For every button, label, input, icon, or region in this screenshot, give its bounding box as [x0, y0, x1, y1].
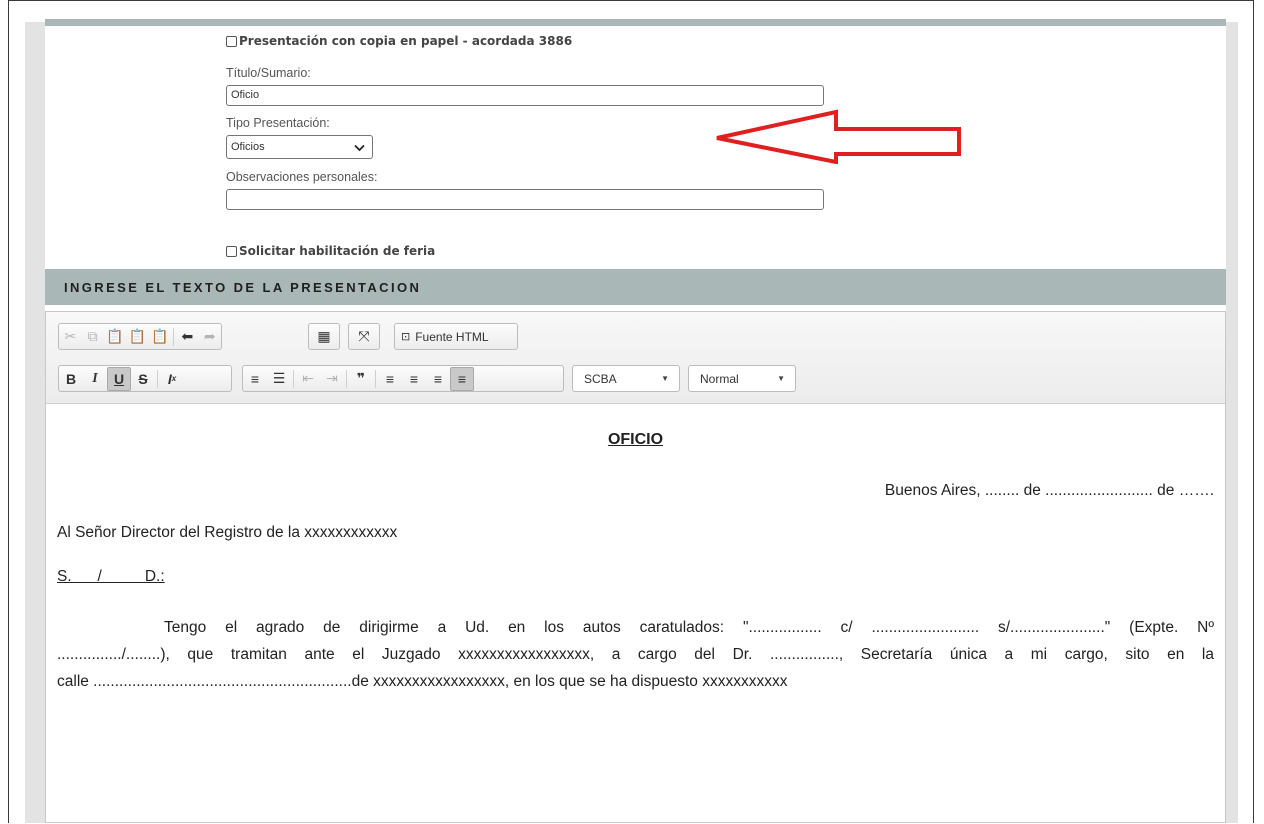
cut-icon[interactable]: ✂	[59, 325, 81, 349]
underline-button[interactable]: U	[107, 366, 131, 391]
maximize-icon[interactable]: ⤧	[352, 325, 376, 349]
source-group: ⊡ Fuente HTML	[394, 323, 518, 350]
date-line: Buenos Aires, ........ de ..............…	[884, 482, 1214, 499]
feria-checkbox[interactable]	[226, 245, 237, 257]
editor-toolbar: ✂ ⧉ 📋 📋 📋 ⬅ ➦ ▦ ⤧ ⊡ Fuente HTML B I U S	[46, 312, 1225, 404]
indent-icon[interactable]: ⇥	[320, 367, 344, 391]
paper-copy-option[interactable]: Presentación con copia en papel - acorda…	[226, 34, 572, 48]
salutation-line: S. / D.:	[57, 568, 165, 585]
observations-label: Observaciones personales:	[226, 170, 378, 184]
caret-down-icon: ▼	[661, 374, 669, 383]
type-select-value: Oficios	[231, 141, 265, 153]
body-line-1: Tengo el agrado de dirigirme a Ud. en lo…	[164, 619, 1214, 636]
annotation-arrow-icon	[716, 109, 961, 164]
paper-copy-label: Presentación con copia en papel - acorda…	[239, 34, 573, 48]
align-right-icon[interactable]: ≡	[426, 367, 450, 391]
paste-icon[interactable]: 📋	[104, 325, 126, 349]
body-line-2: .............../........), que tramitan …	[57, 646, 1214, 663]
paragraph-group: ≡ ☰ ⇤ ⇥ ❞ ≡ ≡ ≡ ≡	[242, 365, 564, 392]
redo-icon[interactable]: ➦	[199, 325, 221, 349]
table-icon[interactable]: ▦	[312, 325, 336, 349]
bold-button[interactable]: B	[59, 367, 83, 391]
numbered-list-icon[interactable]: ≡	[243, 367, 267, 391]
italic-button[interactable]: I	[83, 367, 107, 391]
type-label: Tipo Presentación:	[226, 116, 330, 130]
format-select[interactable]: Normal ▼	[688, 365, 796, 392]
blockquote-icon[interactable]: ❞	[349, 367, 373, 391]
editor-content[interactable]: OFICIO Buenos Aires, ........ de .......…	[46, 404, 1225, 824]
strikethrough-button[interactable]: S	[131, 367, 155, 391]
left-gutter	[25, 22, 45, 823]
bulleted-list-icon[interactable]: ☰	[267, 367, 291, 391]
feria-option[interactable]: Solicitar habilitación de feria	[226, 244, 435, 258]
outdent-icon[interactable]: ⇤	[296, 367, 320, 391]
align-left-icon[interactable]: ≡	[378, 367, 402, 391]
format-select-value: Normal	[700, 371, 739, 386]
paper-copy-checkbox[interactable]	[226, 35, 237, 47]
undo-icon[interactable]: ⬅	[176, 325, 198, 349]
maximize-group: ⤧	[348, 323, 380, 350]
document-heading: OFICIO	[607, 431, 664, 448]
paste-word-icon[interactable]: 📋	[149, 325, 171, 349]
rich-text-editor: ✂ ⧉ 📋 📋 📋 ⬅ ➦ ▦ ⤧ ⊡ Fuente HTML B I U S	[45, 311, 1226, 823]
font-select-value: SCBA	[584, 371, 617, 386]
caret-down-icon: ▼	[777, 374, 785, 383]
source-icon: ⊡	[401, 331, 411, 343]
align-center-icon[interactable]: ≡	[402, 367, 426, 391]
copy-icon[interactable]: ⧉	[81, 325, 103, 349]
type-select[interactable]: Oficios	[226, 135, 373, 159]
source-button[interactable]: ⊡ Fuente HTML	[395, 325, 495, 349]
title-label: Título/Sumario:	[226, 66, 311, 80]
font-select[interactable]: SCBA ▼	[572, 365, 680, 392]
source-button-label: Fuente HTML	[415, 329, 489, 344]
section-header: INGRESE EL TEXTO DE LA PRESENTACION	[45, 269, 1226, 305]
table-group: ▦	[308, 323, 340, 350]
title-input[interactable]: Oficio	[226, 85, 824, 106]
feria-label: Solicitar habilitación de feria	[239, 244, 436, 258]
remove-format-icon[interactable]: Ix	[160, 367, 184, 391]
paste-text-icon[interactable]: 📋	[126, 325, 148, 349]
top-strip	[45, 19, 1226, 26]
section-title: INGRESE EL TEXTO DE LA PRESENTACION	[64, 279, 422, 295]
addressee-line: Al Señor Director del Registro de la xxx…	[57, 524, 398, 541]
observations-input[interactable]	[226, 189, 824, 210]
align-justify-icon[interactable]: ≡	[450, 366, 474, 391]
body-line-3: calle ..................................…	[57, 673, 788, 690]
basic-styles-group: B I U S Ix	[58, 365, 232, 392]
right-gutter	[1226, 22, 1238, 823]
chevron-down-icon	[354, 141, 365, 155]
clipboard-group: ✂ ⧉ 📋 📋 📋 ⬅ ➦	[58, 323, 222, 350]
